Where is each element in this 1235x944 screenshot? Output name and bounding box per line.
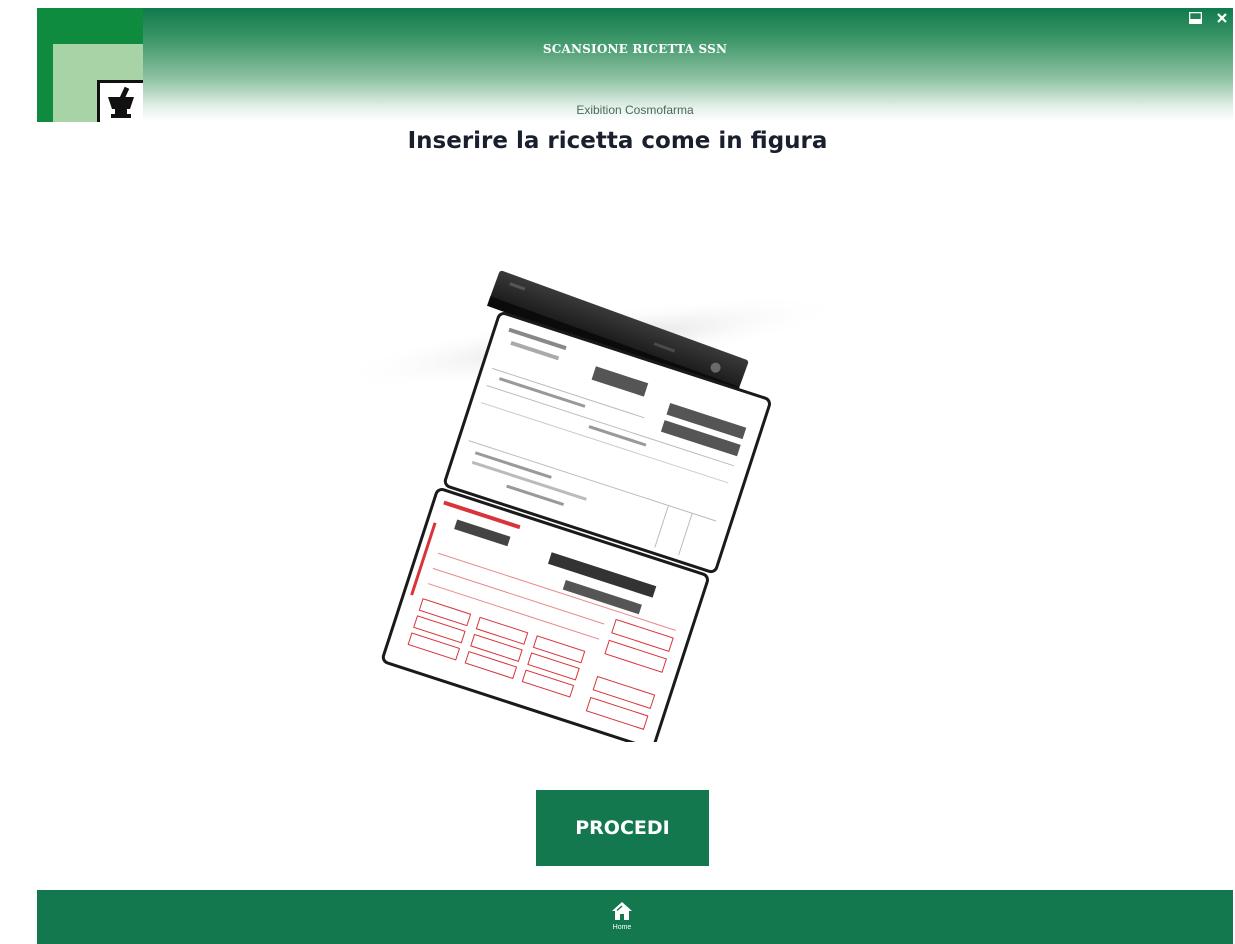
close-icon (1217, 13, 1227, 23)
footer-bar: Home (37, 890, 1233, 944)
minimize-button[interactable] (1188, 11, 1202, 25)
close-button[interactable] (1215, 11, 1229, 25)
scanner-prescription-image (332, 270, 848, 750)
header: SCANSIONE RICETTA SSN Exibition Cosmofar… (37, 8, 1233, 122)
instruction-heading: Inserire la ricetta come in figura (407, 128, 828, 154)
procedi-button[interactable]: PROCEDI (536, 790, 709, 866)
scanner-illustration (332, 262, 880, 750)
home-icon (612, 902, 632, 920)
app-title: SCANSIONE RICETTA SSN (542, 42, 728, 56)
home-label: Home (612, 924, 632, 931)
minimize-icon (1188, 12, 1202, 24)
app-window: SCANSIONE RICETTA SSN Exibition Cosmofar… (0, 0, 1235, 944)
home-button[interactable]: Home (609, 900, 635, 940)
app-subtitle: Exibition Cosmofarma (576, 103, 694, 117)
